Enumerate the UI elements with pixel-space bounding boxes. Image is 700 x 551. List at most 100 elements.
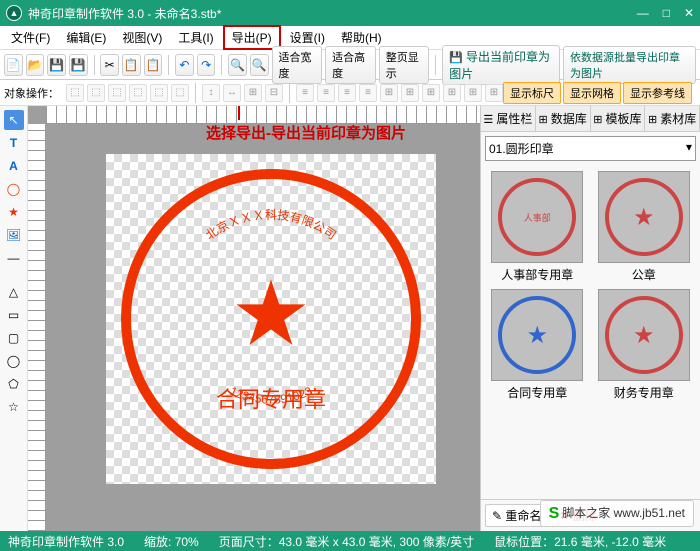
redo-button[interactable]: ↷	[197, 54, 216, 76]
op-btn[interactable]: ⊞	[401, 84, 419, 102]
tool-arctext[interactable]: A	[4, 156, 24, 176]
tool-image[interactable]: 🖼	[4, 225, 24, 245]
toggle-grid[interactable]: 显示网格	[563, 82, 621, 104]
canvas[interactable]: 选择导出-导出当前印章为图片 北京ＸＸＸ科技有限公司 1234567891023…	[28, 106, 480, 531]
artboard[interactable]: 北京ＸＸＸ科技有限公司 1234567891023 ★ 合同专用章	[106, 154, 436, 484]
op-btn[interactable]: ≡	[359, 84, 377, 102]
op-btn[interactable]: ⬚	[108, 84, 126, 102]
op-btn[interactable]: ⬚	[171, 84, 189, 102]
maximize-button[interactable]: □	[663, 6, 670, 20]
saveas-button[interactable]: 💾	[69, 54, 88, 76]
tool-circletext[interactable]: ◯	[4, 179, 24, 199]
open-button[interactable]: 📂	[26, 54, 45, 76]
titlebar: ▲ 神奇印章制作软件 3.0 - 未命名3.stb* — □ ✕	[0, 0, 700, 26]
rename-button[interactable]: ✎ 重命名	[485, 504, 548, 527]
object-ops-label: 对象操作：	[4, 85, 59, 101]
menu-help[interactable]: 帮助(H)	[334, 27, 389, 48]
paste-button[interactable]: 📋	[144, 54, 163, 76]
op-btn[interactable]: ⬚	[150, 84, 168, 102]
batch-export-button[interactable]: 依数据源批量导出印章为图片	[563, 46, 696, 84]
tool-select[interactable]: ↖	[4, 110, 24, 130]
shape-ellipse[interactable]: ◯	[4, 351, 24, 371]
op-btn[interactable]: ⊟	[265, 84, 283, 102]
shape-rect[interactable]: ▭	[4, 305, 24, 325]
shape-polygon[interactable]: ⬠	[4, 374, 24, 394]
template-item[interactable]: ★公章	[594, 171, 695, 283]
close-button[interactable]: ✕	[684, 6, 694, 20]
fit-height-button[interactable]: 适合高度	[325, 46, 376, 84]
tool-line[interactable]: —	[4, 248, 24, 268]
op-btn[interactable]: ≡	[338, 84, 356, 102]
toggle-guides[interactable]: 显示参考线	[623, 82, 692, 104]
statusbar: 神奇印章制作软件 3.0 缩放: 70% 页面尺寸：43.0 毫米 x 43.0…	[0, 531, 700, 551]
tab-properties[interactable]: ☰ 属性栏	[481, 106, 536, 131]
thumb-label: 财务专用章	[594, 384, 695, 401]
main-area: ↖ T A ◯ ★ 🖼 — △ ▭ ▢ ◯ ⬠ ☆ 选择导出-导出当前印章为图片	[0, 106, 700, 531]
shape-star[interactable]: ☆	[4, 397, 24, 417]
op-btn[interactable]: ↕	[202, 84, 220, 102]
cut-button[interactable]: ✂	[100, 54, 119, 76]
menu-file[interactable]: 文件(F)	[4, 27, 57, 48]
new-button[interactable]: 📄	[4, 54, 23, 76]
menu-view[interactable]: 视图(V)	[115, 27, 169, 48]
tab-database[interactable]: ⊞ 数据库	[536, 106, 591, 131]
save-button[interactable]: 💾	[47, 54, 66, 76]
tab-templates[interactable]: ⊞ 模板库	[591, 106, 646, 131]
separator	[289, 83, 290, 103]
op-btn[interactable]: ≡	[317, 84, 335, 102]
tool-star[interactable]: ★	[4, 202, 24, 222]
right-panel: ☰ 属性栏 ⊞ 数据库 ⊞ 模板库 ⊞ 素材库 01.圆形印章 ▾ 人事部人事部…	[480, 106, 700, 531]
separator	[94, 55, 95, 75]
template-item[interactable]: ★财务专用章	[594, 289, 695, 401]
status-page: 页面尺寸：43.0 毫米 x 43.0 毫米, 300 像素/英寸	[219, 533, 474, 550]
op-btn[interactable]: ≡	[296, 84, 314, 102]
right-tabs: ☰ 属性栏 ⊞ 数据库 ⊞ 模板库 ⊞ 素材库	[481, 106, 700, 132]
separator	[435, 55, 436, 75]
annotation-arrow	[238, 106, 240, 120]
toggle-ruler[interactable]: 显示标尺	[503, 82, 561, 104]
annotation-text: 选择导出-导出当前印章为图片	[206, 122, 406, 143]
thumb-label: 合同专用章	[487, 384, 588, 401]
op-btn[interactable]: ↔	[223, 84, 241, 102]
window-title: 神奇印章制作软件 3.0 - 未命名3.stb*	[28, 5, 637, 22]
main-toolbar: 📄 📂 💾 💾 ✂ 📋 📋 ↶ ↷ 🔍 🔍 适合宽度 适合高度 整页显示 💾 导…	[0, 50, 700, 80]
full-page-button[interactable]: 整页显示	[379, 46, 430, 84]
minimize-button[interactable]: —	[637, 6, 649, 20]
export-image-button[interactable]: 💾 导出当前印章为图片	[442, 45, 560, 85]
op-btn[interactable]: ⊞	[464, 84, 482, 102]
thumb-label: 公章	[594, 266, 695, 283]
undo-button[interactable]: ↶	[175, 54, 194, 76]
op-btn[interactable]: ⬚	[129, 84, 147, 102]
menu-settings[interactable]: 设置(I)	[283, 27, 332, 48]
template-thumbnails: 人事部人事部专用章 ★公章 ★合同专用章 ★财务专用章	[481, 165, 700, 499]
fit-width-button[interactable]: 适合宽度	[272, 46, 323, 84]
app-logo-icon: ▲	[6, 5, 22, 21]
shape-triangle[interactable]: △	[4, 282, 24, 302]
copy-button[interactable]: 📋	[122, 54, 141, 76]
menu-tools[interactable]: 工具(I)	[171, 27, 220, 48]
left-toolbox: ↖ T A ◯ ★ 🖼 — △ ▭ ▢ ◯ ⬠ ☆	[0, 106, 28, 531]
op-btn[interactable]: ⬚	[66, 84, 84, 102]
shape-roundrect[interactable]: ▢	[4, 328, 24, 348]
op-btn[interactable]: ⊞	[422, 84, 440, 102]
seal-bottom-text: 合同专用章	[121, 382, 421, 414]
chevron-down-icon: ▾	[686, 140, 692, 154]
export-image-label: 导出当前印章为图片	[449, 50, 550, 81]
seal-preview[interactable]: 北京ＸＸＸ科技有限公司 1234567891023 ★ 合同专用章	[121, 169, 421, 469]
separator	[168, 55, 169, 75]
menu-edit[interactable]: 编辑(E)	[59, 27, 113, 48]
op-btn[interactable]: ⊞	[443, 84, 461, 102]
svg-text:北京ＸＸＸ科技有限公司: 北京ＸＸＸ科技有限公司	[203, 208, 339, 242]
zoomout-button[interactable]: 🔍	[250, 54, 269, 76]
template-category-select[interactable]: 01.圆形印章 ▾	[485, 136, 696, 161]
template-item[interactable]: ★合同专用章	[487, 289, 588, 401]
op-btn[interactable]: ⊞	[380, 84, 398, 102]
op-btn[interactable]: ⬚	[87, 84, 105, 102]
template-item[interactable]: 人事部人事部专用章	[487, 171, 588, 283]
watermark: S脚本之家 www.jb51.net	[540, 500, 694, 527]
tool-text[interactable]: T	[4, 133, 24, 153]
tab-assets[interactable]: ⊞ 素材库	[645, 106, 700, 131]
op-btn[interactable]: ⊞	[244, 84, 262, 102]
zoomin-button[interactable]: 🔍	[228, 54, 247, 76]
op-btn[interactable]: ⊞	[485, 84, 503, 102]
